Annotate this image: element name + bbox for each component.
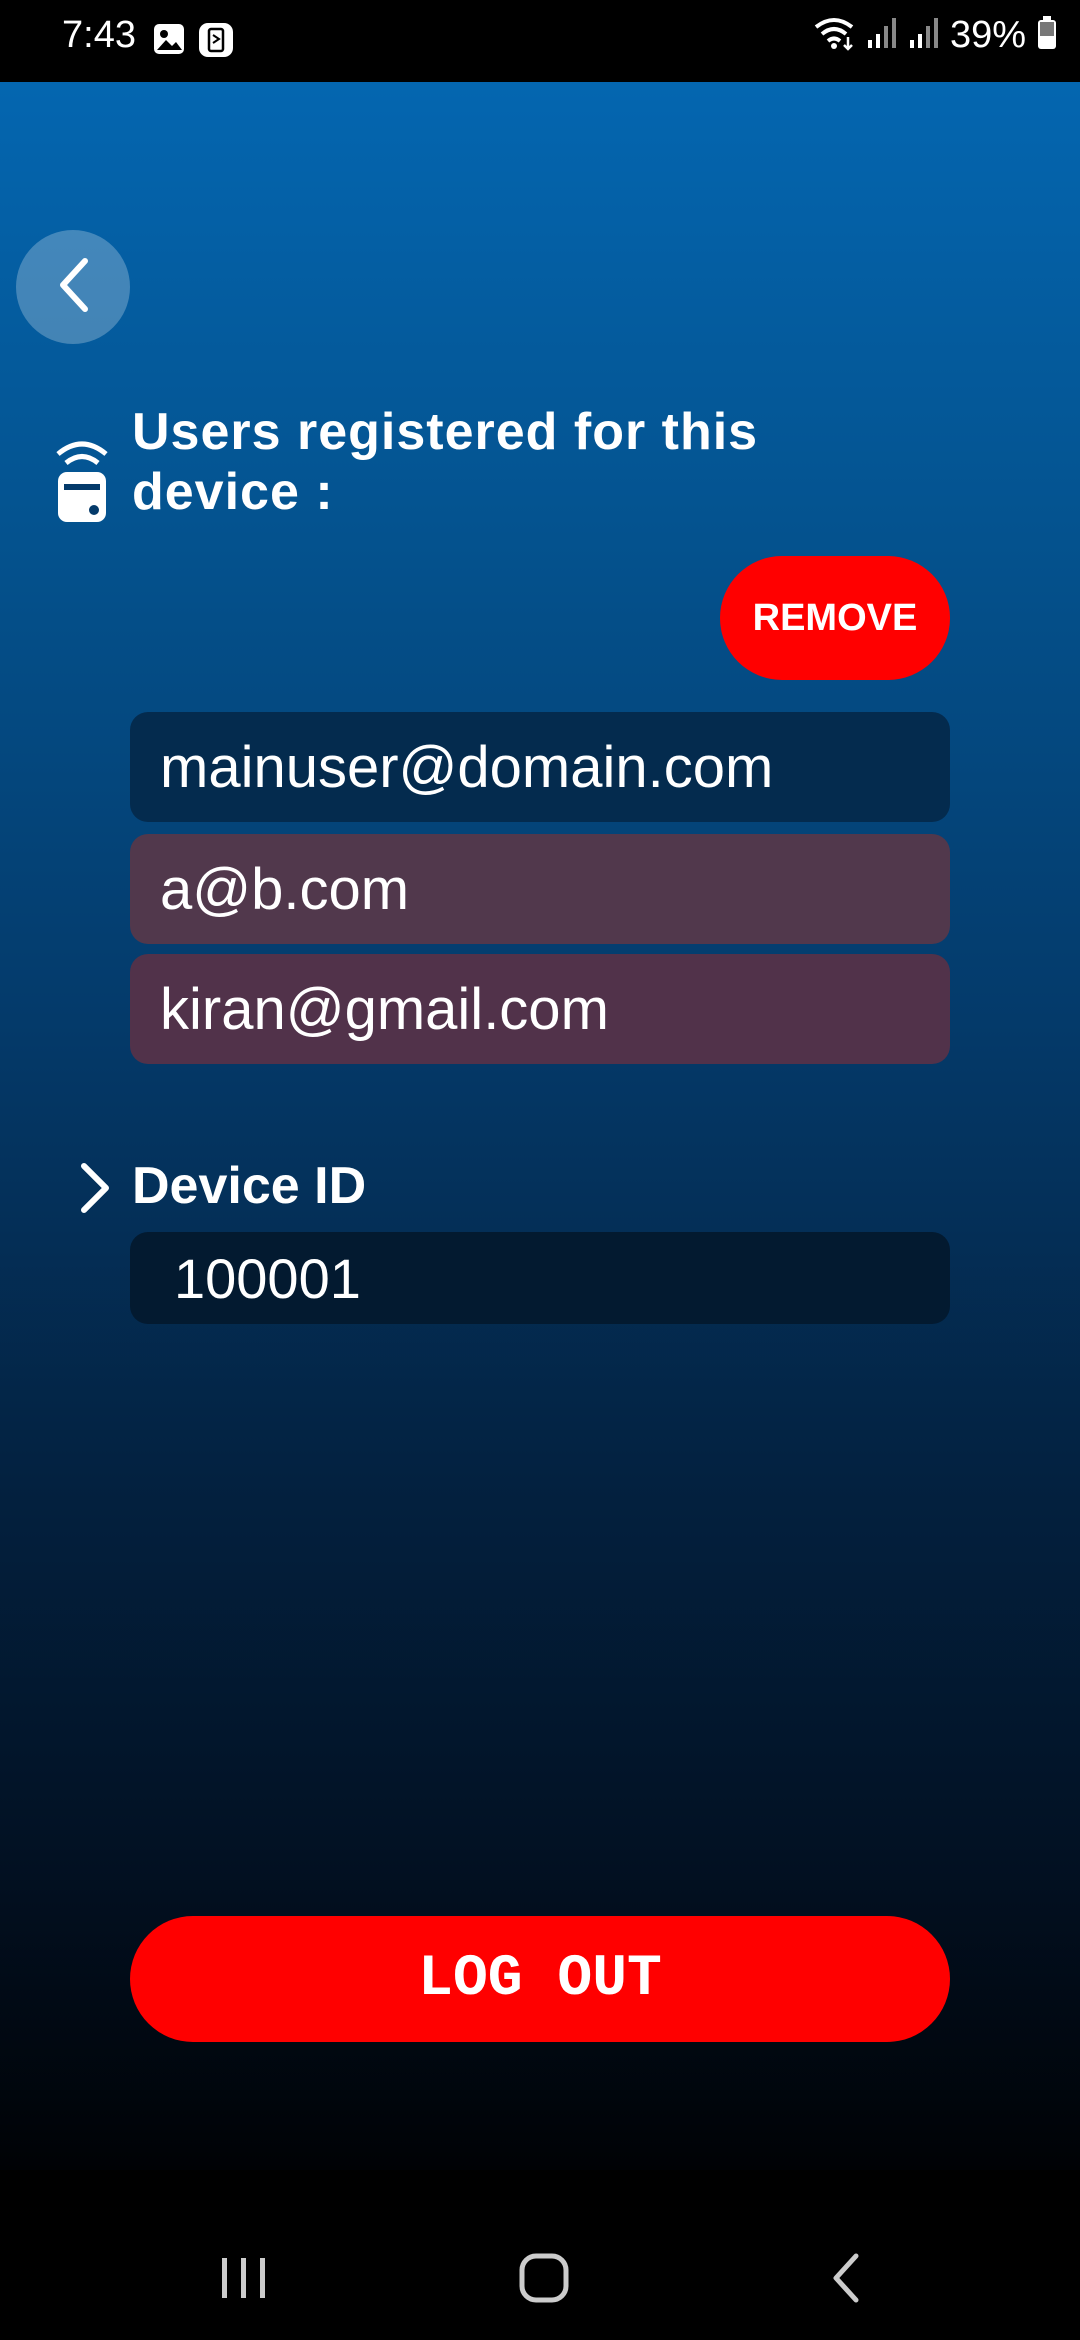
- back-icon[interactable]: [826, 2250, 866, 2311]
- signal-icon: [908, 16, 940, 55]
- status-time: 7:43: [62, 14, 136, 56]
- user-list-item[interactable]: a@b.com: [130, 834, 950, 944]
- battery-percentage: 39%: [949, 14, 1026, 56]
- wifi-icon: [812, 15, 856, 56]
- logout-button[interactable]: LOG OUT: [130, 1916, 950, 2042]
- users-section-title: Users registered for this device :: [132, 403, 759, 521]
- remote-device-icon: [54, 438, 110, 529]
- signal-icon: [866, 16, 898, 55]
- recent-apps-icon[interactable]: [216, 2254, 272, 2307]
- app-notification-icon: [198, 22, 234, 63]
- user-list-item[interactable]: kiran@gmail.com: [130, 954, 950, 1064]
- navigation-bar: [0, 2170, 1080, 2340]
- device-id-value: 100001: [130, 1232, 950, 1324]
- status-bar: 7:43 39%: [0, 0, 1080, 82]
- user-list-item[interactable]: mainuser@domain.com: [130, 712, 950, 822]
- back-button[interactable]: [16, 230, 130, 344]
- chevron-right-icon[interactable]: [76, 1160, 116, 1221]
- battery-icon: [1036, 15, 1058, 56]
- home-icon[interactable]: [518, 2252, 570, 2309]
- main-screen: [0, 82, 1080, 2170]
- remove-button[interactable]: REMOVE: [720, 556, 950, 680]
- status-icons: 39%: [812, 14, 1058, 57]
- device-id-label: Device ID: [132, 1157, 367, 1215]
- chevron-left-icon: [53, 255, 93, 320]
- gallery-icon: [152, 22, 186, 61]
